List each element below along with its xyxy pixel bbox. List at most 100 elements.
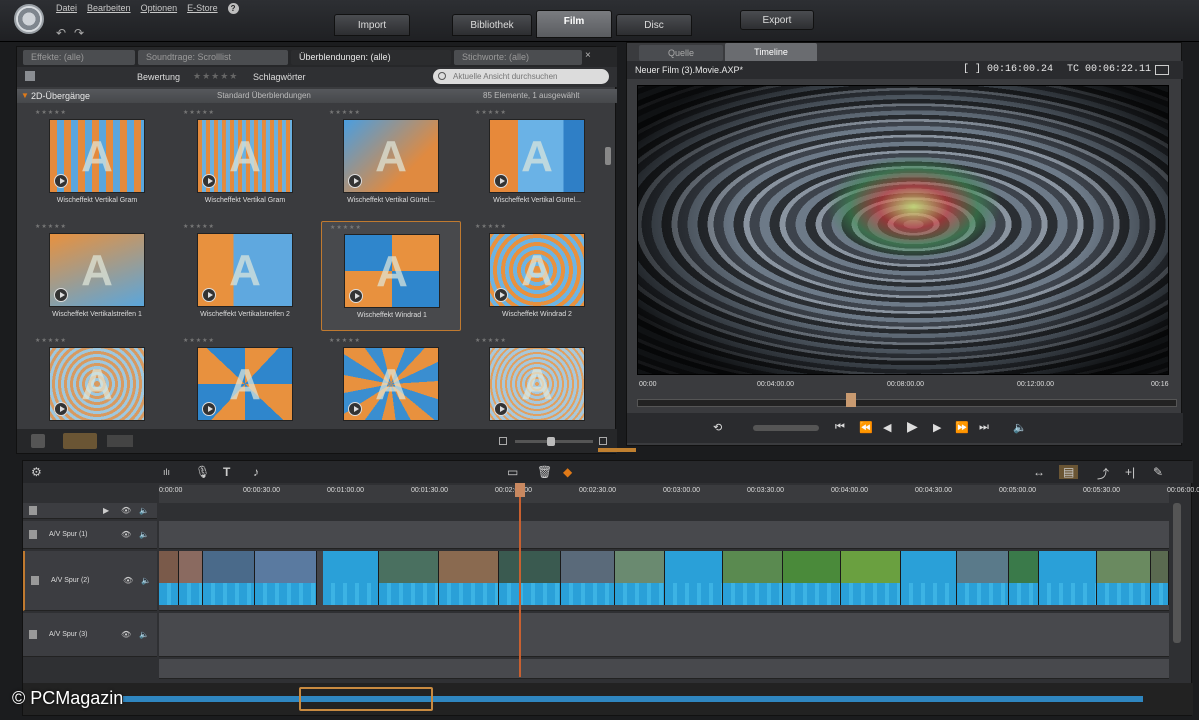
video-clip[interactable] — [665, 551, 723, 583]
play-icon[interactable] — [348, 402, 362, 416]
transition-item[interactable]: ★★★★★ A Wischeffekt Windrad 1 — [321, 221, 461, 331]
help-icon[interactable]: ? — [227, 3, 239, 14]
audio-waveform[interactable] — [901, 583, 957, 605]
fullscreen-icon[interactable] — [1155, 65, 1169, 75]
item-rating[interactable]: ★★★★★ — [183, 109, 215, 116]
play-icon[interactable] — [494, 288, 508, 302]
list-view-button[interactable] — [107, 435, 133, 447]
audio-waveform[interactable] — [159, 583, 179, 605]
transition-item[interactable]: ★★★★★ A Wischeffekt Vertikal Gürtel... — [321, 107, 461, 217]
track-3[interactable] — [159, 613, 1169, 657]
filter-icon[interactable] — [25, 71, 35, 81]
transition-thumbnail[interactable]: A — [49, 347, 145, 421]
marker-icon[interactable]: ◆ — [563, 465, 572, 479]
transition-thumbnail[interactable]: A — [197, 119, 293, 193]
play-icon[interactable] — [54, 174, 68, 188]
rating-stars[interactable]: ★★★★★ — [193, 71, 238, 82]
step-forward-icon[interactable]: ▶ — [933, 421, 941, 434]
speaker-icon[interactable]: 🔈 — [141, 576, 151, 585]
eye-icon[interactable]: 👁 — [121, 530, 131, 539]
lock-icon[interactable] — [31, 575, 39, 585]
audio-waveform[interactable] — [439, 583, 499, 605]
play-icon[interactable] — [494, 174, 508, 188]
transition-thumbnail[interactable]: A — [197, 347, 293, 421]
transition-item[interactable]: ★★★★★ A — [27, 335, 167, 427]
library-view-icon[interactable] — [31, 434, 45, 448]
eye-icon[interactable]: 👁 — [121, 506, 131, 515]
go-to-end-icon[interactable]: ⏭ — [979, 421, 989, 434]
audio-waveform[interactable] — [323, 583, 379, 605]
audio-waveform[interactable] — [179, 583, 203, 605]
video-clip[interactable] — [379, 551, 439, 583]
search-input[interactable] — [433, 69, 609, 84]
item-rating[interactable]: ★★★★★ — [475, 337, 507, 344]
export-button[interactable]: Export — [740, 10, 814, 30]
microphone-icon[interactable]: 🎙 — [195, 465, 210, 479]
transition-item[interactable]: ★★★★★ A Wischeffekt Vertikalstreifen 1 — [27, 221, 167, 331]
video-clip[interactable] — [159, 551, 179, 583]
razor-icon[interactable]: ▭ — [507, 465, 518, 479]
transition-item[interactable]: ★★★★★ A Wischeffekt Vertikalstreifen 2 — [175, 221, 315, 331]
transition-item[interactable]: ★★★★★ A — [321, 335, 461, 427]
audio-waveform[interactable] — [1097, 583, 1151, 605]
item-rating[interactable]: ★★★★★ — [183, 223, 215, 230]
tab-film[interactable]: Film — [536, 10, 612, 38]
video-clip[interactable] — [323, 551, 379, 583]
transition-thumbnail[interactable]: A — [197, 233, 293, 307]
transition-thumbnail[interactable]: A — [344, 234, 440, 308]
loop-icon[interactable]: ⟲ — [713, 421, 722, 434]
video-clip[interactable] — [179, 551, 203, 583]
transition-item[interactable]: ★★★★★ A Wischeffekt Windrad 2 — [467, 221, 603, 331]
eye-icon[interactable]: 👁 — [123, 576, 133, 585]
video-clip[interactable] — [723, 551, 783, 583]
step-back-icon[interactable]: ◀ — [883, 421, 891, 434]
track-2[interactable] — [159, 551, 1169, 611]
transition-thumbnail[interactable]: A — [489, 119, 585, 193]
item-rating[interactable]: ★★★★★ — [475, 223, 507, 230]
item-rating[interactable]: ★★★★★ — [35, 223, 67, 230]
thumbnail-size-slider[interactable] — [499, 437, 609, 446]
track-1[interactable] — [159, 521, 1169, 549]
overview-window[interactable] — [299, 687, 433, 711]
item-rating[interactable]: ★★★★★ — [35, 109, 67, 116]
track-4[interactable] — [159, 659, 1169, 679]
library-scrollbar[interactable] — [605, 147, 611, 165]
audio-waveform[interactable] — [561, 583, 615, 605]
playhead-handle[interactable] — [515, 483, 525, 497]
play-icon[interactable] — [54, 402, 68, 416]
speaker-icon[interactable]: 🔈 — [139, 506, 149, 515]
library-tab-effects[interactable]: Effekte: (alle) — [23, 50, 135, 65]
expand-icon[interactable]: ▶ — [103, 506, 109, 515]
audio-waveform[interactable] — [379, 583, 439, 605]
title-icon[interactable]: T — [223, 465, 230, 479]
transition-thumbnail[interactable]: A — [489, 347, 585, 421]
thumbnail-view-button[interactable] — [63, 433, 97, 449]
play-icon[interactable] — [348, 174, 362, 188]
scrubber-bar[interactable] — [637, 393, 1177, 407]
transition-item[interactable]: ★★★★★ A Wischeffekt Vertikal Gram — [27, 107, 167, 217]
transition-thumbnail[interactable]: A — [49, 119, 145, 193]
shuttle-control[interactable] — [753, 425, 819, 431]
storyboard-icon[interactable]: ▤ — [1059, 465, 1079, 479]
transition-item[interactable]: ★★★★★ A Wischeffekt Vertikal Gram — [175, 107, 315, 217]
timeline-ruler[interactable]: 0:00:00 00:00:30.00 00:01:00.00 00:01:30.00… — [159, 485, 1199, 503]
video-clip[interactable] — [255, 551, 317, 583]
tab-library[interactable]: Bibliothek — [452, 14, 532, 36]
next-frame-icon[interactable]: ⏩ — [955, 421, 969, 434]
panel-divider-handle[interactable] — [598, 448, 636, 452]
play-icon[interactable] — [202, 174, 216, 188]
video-preview[interactable] — [637, 85, 1169, 375]
slider-knob[interactable] — [547, 437, 555, 446]
video-clip[interactable] — [1151, 551, 1169, 583]
eye-icon[interactable]: 👁 — [121, 630, 131, 639]
audio-waveform[interactable] — [615, 583, 665, 605]
video-clip[interactable] — [901, 551, 957, 583]
menu-options[interactable]: Optionen — [141, 3, 178, 14]
curve-icon[interactable]: ⤴ — [1097, 465, 1109, 482]
item-rating[interactable]: ★★★★★ — [330, 224, 362, 231]
video-clip[interactable] — [615, 551, 665, 583]
tab-source[interactable]: Quelle — [639, 45, 723, 61]
play-icon[interactable] — [202, 288, 216, 302]
menu-estore[interactable]: E-Store — [187, 3, 218, 14]
audio-waveform[interactable] — [1009, 583, 1039, 605]
